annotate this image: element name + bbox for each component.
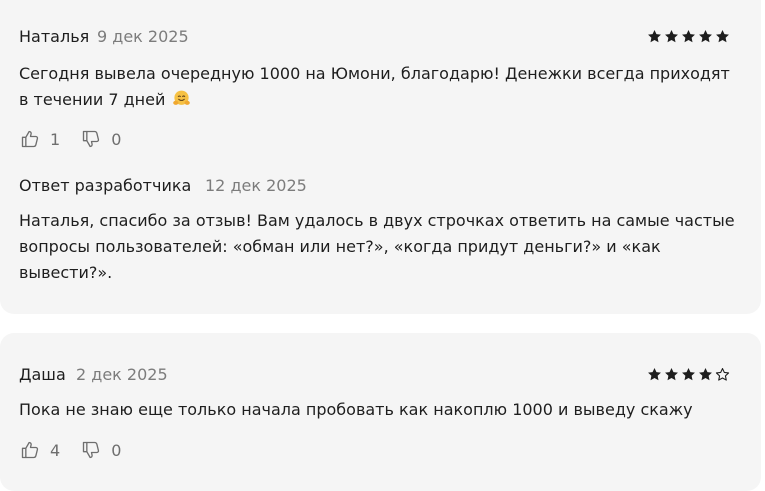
review-card: Даша 2 дек 2025 Пока не знаю еще только … <box>0 333 761 491</box>
review-card: Наталья 9 дек 2025 Сегодня вывела очеред… <box>0 0 761 314</box>
star-filled-icon <box>665 367 678 381</box>
reply-text-line: Наталья, спасибо за отзыв! Вам удалось в… <box>19 211 735 230</box>
like-count: 1 <box>50 129 61 149</box>
review-votes: 1 0 <box>20 129 142 149</box>
dislike-count: 0 <box>111 440 122 460</box>
review-text-line: Сегодня вывела очередную 1000 на Юмони, … <box>19 64 730 83</box>
rating-stars <box>647 29 730 44</box>
review-author: Наталья <box>19 27 90 46</box>
star-filled-icon <box>699 29 712 43</box>
review-date: 9 дек 2025 <box>97 27 189 46</box>
review-date: 2 дек 2025 <box>76 365 168 384</box>
rating-stars <box>647 367 730 382</box>
reply-text-line: вывести?». <box>19 263 113 282</box>
star-filled-icon <box>699 367 712 381</box>
review-text: Пока не знаю еще только начала пробовать… <box>19 400 693 419</box>
review-votes: 4 0 <box>20 440 142 460</box>
review-text: Сегодня вывела очередную 1000 на Юмони, … <box>19 61 730 113</box>
thumbs-down-icon[interactable] <box>81 129 101 149</box>
star-outline-icon <box>715 368 730 381</box>
developer-reply-author: Ответ разработчика <box>19 176 192 195</box>
review-author: Даша <box>19 365 66 384</box>
star-filled-icon <box>648 29 661 43</box>
star-filled-icon <box>648 367 661 381</box>
developer-reply-text: Наталья, спасибо за отзыв! Вам удалось в… <box>19 208 735 286</box>
thumbs-up-icon[interactable] <box>20 440 40 460</box>
star-filled-icon <box>665 29 678 43</box>
star-filled-icon <box>682 29 695 43</box>
reply-text-line: вопросы пользователей: «обман или нет?»,… <box>19 237 661 256</box>
star-filled-icon <box>682 367 695 381</box>
like-count: 4 <box>50 440 61 460</box>
review-text-line: в течении 7 дней <box>19 87 730 113</box>
thumbs-down-icon[interactable] <box>81 440 101 460</box>
developer-reply-date: 12 дек 2025 <box>205 176 307 195</box>
hugging-face-emoji-icon <box>173 90 191 105</box>
dislike-count: 0 <box>111 129 122 149</box>
star-filled-icon <box>716 29 729 43</box>
review-text-line-part: в течении 7 дней <box>19 90 166 109</box>
thumbs-up-icon[interactable] <box>20 129 40 149</box>
